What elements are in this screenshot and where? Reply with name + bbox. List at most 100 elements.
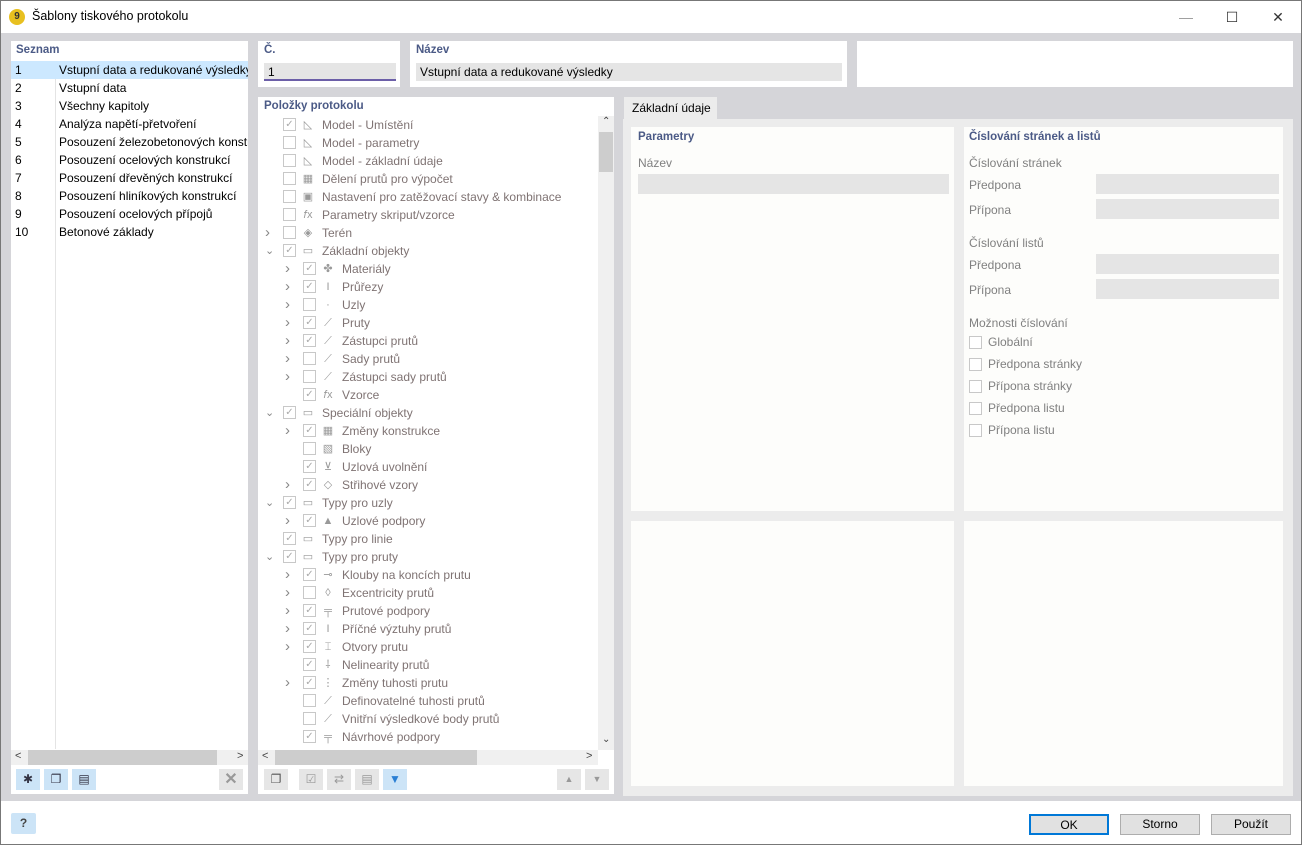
scroll-down-icon[interactable]: ⌄ [602,734,610,745]
tree-item-checkbox[interactable]: ✓ [303,334,316,347]
tree-item-checkbox[interactable] [303,370,316,383]
tree-item-checkbox[interactable]: ✓ [283,550,296,563]
expand-chevron-right-icon[interactable]: › [285,584,290,602]
tree-item[interactable]: ⟋ Vnitřní výsledkové body prutů [258,710,598,728]
expand-chevron-right-icon[interactable]: › [285,566,290,584]
tree-item-checkbox[interactable] [283,208,296,221]
checkbox[interactable] [969,336,982,349]
scroll-up-icon[interactable]: ⌃ [602,116,610,127]
name-input[interactable]: Vstupní data a redukované výsledky [416,63,842,81]
tree-item[interactable]: ⌄ ✓ ▭ Základní objekty [258,242,598,260]
numbering-option[interactable]: Předpona listu [969,399,1169,417]
tree-item-checkbox[interactable]: ✓ [303,622,316,635]
filter-button[interactable]: ▼ [383,769,407,790]
tree-item[interactable]: ✓ ⊻ Uzlová uvolnění [258,458,598,476]
checkbox[interactable] [969,380,982,393]
window-view-button[interactable]: ❐ [264,769,288,790]
list-horizontal-scrollbar[interactable]: < > [11,750,248,765]
numbering-option[interactable]: Přípona stránky [969,377,1169,395]
check-all-button[interactable]: ☑ [299,769,323,790]
move-up-button[interactable]: ▲ [557,769,581,790]
tree-item[interactable]: › ✓ I Průřezy [258,278,598,296]
tree-item[interactable]: 𝑓x Parametry skriput/vzorce [258,206,598,224]
scroll-right-icon[interactable]: > [237,750,243,762]
expand-chevron-right-icon[interactable]: › [285,368,290,386]
tree-item-checkbox[interactable]: ✓ [303,280,316,293]
tree-item[interactable]: › ✓ ⟋ Zástupci prutů [258,332,598,350]
tree-item[interactable]: ✓ 𝑓x Vzorce [258,386,598,404]
tree-item[interactable]: › ◈ Terén [258,224,598,242]
scrollbar-thumb[interactable] [599,132,613,172]
expand-chevron-down-icon[interactable]: ⌄ [265,494,274,512]
tree-item-checkbox[interactable] [283,226,296,239]
tree-item-checkbox[interactable] [283,154,296,167]
delete-button[interactable]: ✕ [219,769,243,790]
tree-item[interactable]: ✓ ▭ Typy pro linie [258,530,598,548]
tree-item-checkbox[interactable]: ✓ [283,496,296,509]
tree-item[interactable]: › ◊ Excentricity prutů [258,584,598,602]
tree-item-checkbox[interactable]: ✓ [283,118,296,131]
expand-chevron-down-icon[interactable]: ⌄ [265,242,274,260]
expand-chevron-right-icon[interactable]: › [285,332,290,350]
expand-chevron-right-icon[interactable]: › [265,224,270,242]
expand-chevron-right-icon[interactable]: › [285,674,290,692]
tree-item[interactable]: › ✓ ✤ Materiály [258,260,598,278]
tree-item-checkbox[interactable] [303,352,316,365]
tree-item-checkbox[interactable]: ✓ [283,244,296,257]
tree-item[interactable]: › ✓ I Příčné výztuhy prutů [258,620,598,638]
close-button[interactable]: ✕ [1255,1,1301,33]
tree-item-checkbox[interactable]: ✓ [283,532,296,545]
expand-chevron-right-icon[interactable]: › [285,350,290,368]
expand-chevron-right-icon[interactable]: › [285,278,290,296]
sheet-suffix-input[interactable] [1096,279,1279,299]
tree-item[interactable]: ▦ Dělení prutů pro výpočet [258,170,598,188]
invert-selection-button[interactable]: ⇄ [327,769,351,790]
numbering-option[interactable]: Přípona listu [969,421,1169,439]
scrollbar-thumb[interactable] [275,750,477,765]
tree-item[interactable]: › ✓ ◇ Střihové vzory [258,476,598,494]
list-item[interactable]: 2 Vstupní data [11,79,248,97]
checkbox[interactable] [969,402,982,415]
tree-item-checkbox[interactable]: ✓ [303,604,316,617]
expand-chevron-right-icon[interactable]: › [285,602,290,620]
tree-item-checkbox[interactable] [303,694,316,707]
new-template-button[interactable]: ✱ [16,769,40,790]
tree-item-checkbox[interactable]: ✓ [303,568,316,581]
database-copy-button[interactable]: ▤ [355,769,379,790]
tree-item[interactable]: ▣ Nastavení pro zatěžovací stavy & kombin… [258,188,598,206]
list-item[interactable]: 1 Vstupní data a redukované výsledky [11,61,248,79]
tree-item-checkbox[interactable] [303,298,316,311]
list-item[interactable]: 8 Posouzení hliníkových konstrukcí [11,187,248,205]
tree-item-checkbox[interactable]: ✓ [303,316,316,329]
tree-item-checkbox[interactable] [283,172,296,185]
numbering-option[interactable]: Globální [969,333,1169,351]
list-item[interactable]: 9 Posouzení ocelových přípojů [11,205,248,223]
expand-chevron-right-icon[interactable]: › [285,260,290,278]
tree-item-checkbox[interactable] [303,712,316,725]
number-input[interactable]: 1 [264,63,396,81]
sheet-prefix-input[interactable] [1096,254,1279,274]
tree-item-checkbox[interactable] [283,136,296,149]
tree-item-checkbox[interactable]: ✓ [303,514,316,527]
tree-item[interactable]: › ⟋ Sady prutů [258,350,598,368]
tree-item[interactable]: › ✓ ⌶ Otvory prutu [258,638,598,656]
expand-chevron-right-icon[interactable]: › [285,296,290,314]
tree-item-checkbox[interactable]: ✓ [303,388,316,401]
tree-item[interactable]: › ✓ ▦ Změny konstrukce [258,422,598,440]
tree-item[interactable]: ✓ ◺ Model - Umístění [258,116,598,134]
tree-horizontal-scrollbar[interactable]: < > [258,750,598,765]
tree-item-checkbox[interactable]: ✓ [303,424,316,437]
copy-template-button[interactable]: ❐ [44,769,68,790]
parameters-name-input[interactable] [638,174,949,194]
tree-item-checkbox[interactable]: ✓ [303,676,316,689]
tree-item[interactable]: › ✓ ⊸ Klouby na koncích prutu [258,566,598,584]
checkbox[interactable] [969,358,982,371]
tree-item-checkbox[interactable]: ✓ [303,478,316,491]
ok-button[interactable]: OK [1029,814,1109,835]
list-item[interactable]: 3 Všechny kapitoly [11,97,248,115]
cancel-button[interactable]: Storno [1120,814,1200,835]
apply-button[interactable]: Použít [1211,814,1291,835]
tab-basic-data[interactable]: Základní údaje [624,97,717,119]
scroll-right-icon[interactable]: > [586,750,592,762]
tree-item[interactable]: › ✓ ⋮ Změny tuhosti prutu [258,674,598,692]
